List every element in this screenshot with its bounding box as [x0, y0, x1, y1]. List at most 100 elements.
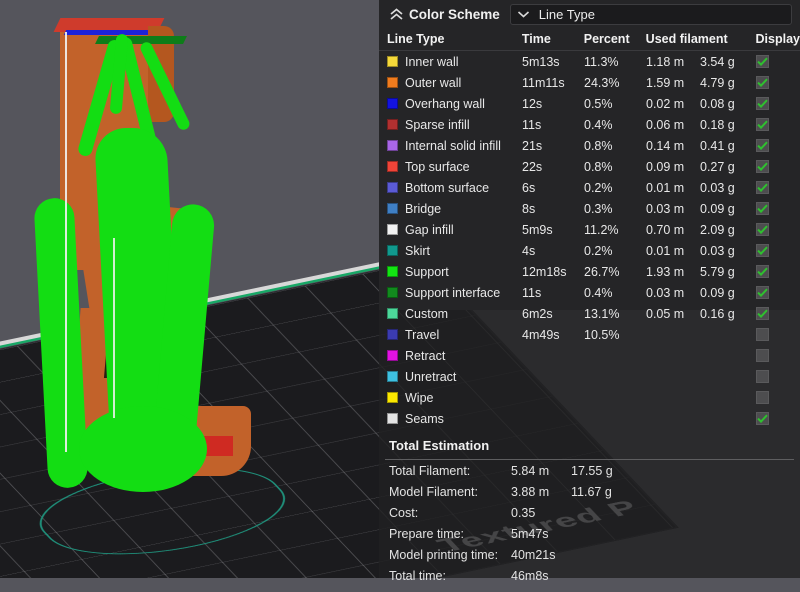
line-type-label: Unretract — [405, 369, 457, 384]
display-checkbox-cell — [756, 118, 782, 131]
display-checkbox-cell — [756, 328, 782, 341]
dropdown-value: Line Type — [538, 6, 595, 22]
display-checkbox[interactable] — [756, 286, 769, 299]
display-checkbox[interactable] — [756, 202, 769, 215]
line-type-label: Custom — [405, 306, 449, 321]
total-estimation-row: Model printing time: 40m21s — [379, 544, 800, 565]
color-swatch — [387, 392, 398, 403]
table-row[interactable]: Unretract — [379, 366, 800, 387]
line-type-label: Bridge — [405, 201, 442, 216]
display-checkbox-cell — [756, 286, 782, 299]
line-type-percent: 26.7% — [584, 264, 620, 279]
line-type-percent: 13.1% — [584, 306, 620, 321]
col-header-line-type: Line Type — [387, 32, 445, 46]
line-type-time: 11m11s — [522, 75, 565, 90]
display-checkbox[interactable] — [756, 76, 769, 89]
total-value-primary: 0.35 — [511, 505, 536, 520]
total-label: Total Filament: — [389, 463, 471, 478]
color-scheme-dropdown[interactable]: Line Type — [509, 3, 792, 25]
display-checkbox[interactable] — [756, 118, 769, 131]
line-type-percent: 11.2% — [584, 222, 619, 237]
table-row[interactable]: Overhang wall 12s 0.5% 0.02 m 0.08 g — [379, 93, 800, 114]
display-checkbox[interactable] — [756, 181, 769, 194]
line-type-percent: 0.4% — [584, 117, 613, 132]
table-row[interactable]: Travel 4m49s 10.5% — [379, 324, 800, 345]
table-row[interactable]: Top surface 22s 0.8% 0.09 m 0.27 g — [379, 156, 800, 177]
table-row[interactable]: Inner wall 5m13s 11.3% 1.18 m 3.54 g — [379, 51, 800, 72]
total-label: Cost: — [389, 505, 419, 520]
total-estimation-row: Prepare time: 5m47s — [379, 523, 800, 544]
filament-length: 1.18 m — [646, 54, 685, 69]
table-row[interactable]: Bridge 8s 0.3% 0.03 m 0.09 g — [379, 198, 800, 219]
line-type-time: 11s — [522, 117, 542, 132]
line-type-filament: 0.09 m 0.27 g — [646, 160, 756, 174]
display-checkbox[interactable] — [756, 160, 769, 173]
display-checkbox-cell — [756, 160, 782, 173]
line-type-percent: 11.3% — [584, 54, 619, 69]
filament-weight: 3.54 g — [700, 54, 735, 69]
line-type-percent: 24.3% — [584, 75, 620, 90]
table-row[interactable]: Seams — [379, 408, 800, 429]
display-checkbox[interactable] — [756, 223, 769, 236]
color-swatch — [387, 56, 398, 67]
display-checkbox[interactable] — [756, 349, 769, 362]
table-row[interactable]: Bottom surface 6s 0.2% 0.01 m 0.03 g — [379, 177, 800, 198]
filament-weight: 0.41 g — [700, 138, 735, 153]
display-checkbox-cell — [756, 307, 782, 320]
table-row[interactable]: Internal solid infill 21s 0.8% 0.14 m 0.41 g — [379, 135, 800, 156]
table-row[interactable]: Skirt 4s 0.2% 0.01 m 0.03 g — [379, 240, 800, 261]
total-value-primary: 40m21s — [511, 547, 556, 562]
filament-weight: 0.09 g — [700, 201, 735, 216]
color-swatch — [387, 98, 398, 109]
line-type-filament: 0.03 m 0.09 g — [646, 202, 756, 216]
display-checkbox-cell — [756, 244, 782, 257]
display-checkbox-cell — [756, 181, 782, 194]
line-type-time: 22s — [522, 159, 543, 174]
table-row[interactable]: Support interface 11s 0.4% 0.03 m 0.09 g — [379, 282, 800, 303]
table-row[interactable]: Sparse infill 11s 0.4% 0.06 m 0.18 g — [379, 114, 800, 135]
filament-weight: 0.09 g — [700, 285, 735, 300]
display-checkbox[interactable] — [756, 97, 769, 110]
table-row[interactable]: Support 12m18s 26.7% 1.93 m 5.79 g — [379, 261, 800, 282]
total-label: Model printing time: — [389, 547, 499, 562]
color-swatch — [387, 371, 398, 382]
display-checkbox[interactable] — [756, 265, 769, 278]
color-swatch — [387, 161, 398, 172]
line-type-label: Wipe — [405, 390, 434, 405]
display-checkbox-cell — [756, 370, 782, 383]
total-label: Total time: — [389, 568, 446, 583]
display-checkbox-cell — [756, 265, 782, 278]
line-type-label: Bottom surface — [405, 180, 490, 195]
line-type-filament: 1.93 m 5.79 g — [646, 265, 756, 279]
support-base — [79, 406, 207, 492]
table-row[interactable]: Custom 6m2s 13.1% 0.05 m 0.16 g — [379, 303, 800, 324]
color-swatch — [387, 182, 398, 193]
table-row[interactable]: Wipe — [379, 387, 800, 408]
table-row[interactable]: Outer wall 11m11s 24.3% 1.59 m 4.79 g — [379, 72, 800, 93]
display-checkbox[interactable] — [756, 139, 769, 152]
table-row[interactable]: Gap infill 5m9s 11.2% 0.70 m 2.09 g — [379, 219, 800, 240]
col-header-percent: Percent — [583, 32, 630, 46]
line-type-label: Travel — [405, 327, 440, 342]
total-estimation-list: Total Filament: 5.84 m 17.55 g Model Filame… — [379, 460, 800, 586]
line-type-percent: 0.8% — [584, 159, 613, 174]
filament-length: 1.59 m — [646, 75, 685, 90]
total-label: Prepare time: — [389, 526, 465, 541]
display-checkbox[interactable] — [756, 370, 769, 383]
line-type-label: Support — [405, 264, 449, 279]
line-type-label: Retract — [405, 348, 446, 363]
table-row[interactable]: Retract — [379, 345, 800, 366]
display-checkbox[interactable] — [756, 307, 769, 320]
display-checkbox-cell — [756, 349, 782, 362]
col-header-display: Display — [755, 32, 800, 46]
filament-weight: 0.03 g — [700, 180, 735, 195]
chevron-double-up-icon[interactable] — [385, 3, 407, 25]
sliced-model[interactable] — [33, 8, 315, 508]
display-checkbox[interactable] — [756, 55, 769, 68]
display-checkbox[interactable] — [756, 391, 769, 404]
display-checkbox[interactable] — [756, 244, 769, 257]
display-checkbox[interactable] — [756, 328, 769, 341]
filament-length: 0.03 m — [646, 201, 685, 216]
line-type-filament: 0.02 m 0.08 g — [646, 97, 756, 111]
display-checkbox[interactable] — [756, 412, 769, 425]
